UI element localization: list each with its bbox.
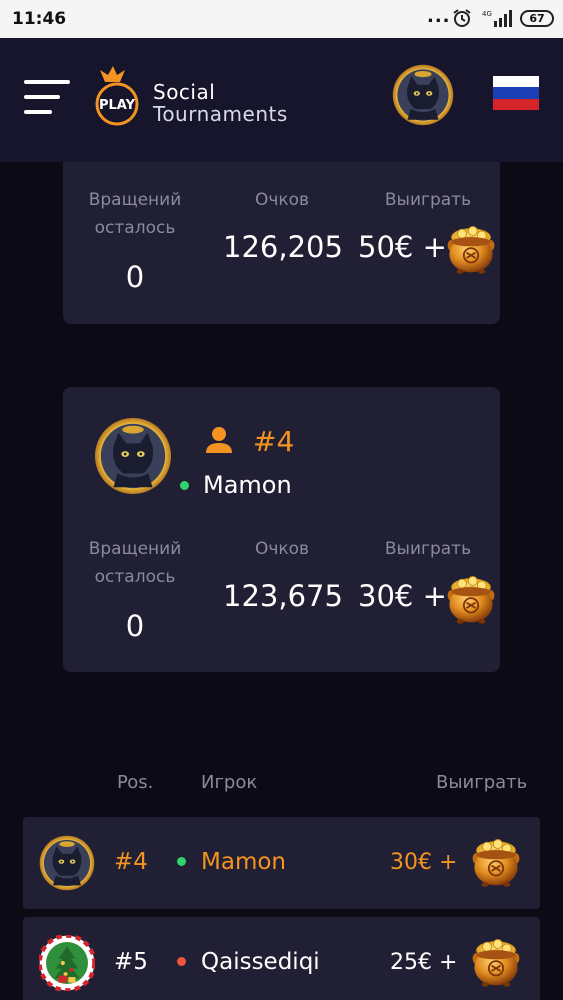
online-status-dot [177, 857, 186, 866]
russia-flag-icon[interactable] [493, 76, 539, 110]
network-type-label: 4G [482, 10, 492, 18]
gold-pot-icon [444, 572, 498, 626]
row-player-name: Mamon [201, 849, 286, 875]
row-position: #5 [114, 949, 148, 975]
status-bar: 11:46 ... 4G 67 [0, 0, 563, 38]
spins-left-label: Вращений осталось [88, 539, 182, 587]
row-win-value: 30€ + [390, 850, 458, 875]
battery-indicator: 67 [520, 10, 554, 27]
brand-line-1: Social [153, 80, 216, 104]
hamburger-icon[interactable] [24, 80, 70, 114]
column-header-win: Выиграть [436, 772, 528, 793]
column-header-pos: Pos. [117, 772, 154, 793]
pragmatic-play-logo: PLAY [95, 66, 139, 126]
win-value: 50€ + [358, 230, 447, 264]
status-time: 11:46 [12, 9, 67, 29]
column-header-player: Игрок [201, 772, 258, 793]
prize-card-previous: Вращений осталось 0 Очков 126,205 Выигра… [63, 162, 500, 324]
row-win-value: 25€ + [390, 950, 458, 975]
gold-pot-icon [444, 222, 498, 276]
spins-left-value: 0 [125, 260, 145, 294]
cat-avatar [39, 835, 95, 891]
leaderboard-row[interactable]: #4 Mamon 30€ + [23, 817, 540, 909]
win-value: 30€ + [358, 579, 447, 613]
player-avatar [94, 417, 172, 495]
points-label: Очков [254, 190, 310, 210]
row-player-name: Qaissediqi [201, 949, 320, 975]
person-icon [206, 427, 232, 453]
more-notifications-icon: ... [427, 6, 451, 27]
offline-status-dot [177, 957, 186, 966]
leaderboard-row[interactable]: #5 Qaissediqi 25€ + [23, 917, 540, 1000]
gold-pot-icon [469, 935, 523, 989]
points-value: 126,205 [223, 230, 343, 264]
player-name: Mamon [203, 471, 292, 499]
win-label: Выиграть [384, 190, 472, 210]
app-header: PLAY Social Tournaments [0, 38, 563, 162]
alarm-clock-icon [453, 9, 471, 27]
gold-pot-icon [469, 835, 523, 889]
brand-title: Social Tournaments [153, 81, 288, 125]
spins-left-label: Вращений осталось [88, 190, 182, 238]
online-status-dot [180, 481, 189, 490]
brand-line-2: Tournaments [153, 102, 288, 126]
signal-strength-icon: 4G [482, 10, 512, 27]
spins-left-value: 0 [125, 609, 145, 643]
win-label: Выиграть [384, 539, 472, 559]
christmas-avatar [39, 935, 95, 991]
points-label: Очков [254, 539, 310, 559]
logo-text: PLAY [99, 98, 136, 113]
row-position: #4 [114, 849, 148, 875]
player-rank: #4 [253, 425, 295, 458]
player-summary-card: #4 Mamon Вращений осталось 0 Очков 123,6… [63, 387, 500, 672]
points-value: 123,675 [223, 579, 343, 613]
user-avatar[interactable] [392, 64, 454, 126]
